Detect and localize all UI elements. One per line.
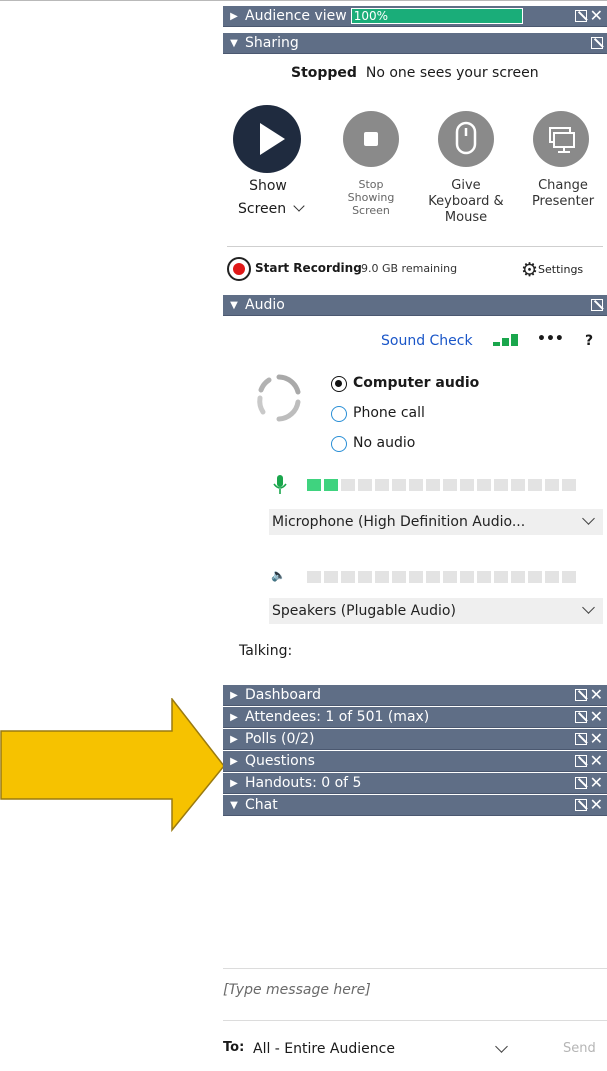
start-recording-label[interactable]: Start Recording <box>255 261 362 275</box>
more-options-button[interactable]: ••• <box>537 331 564 347</box>
expand-icon: ▶ <box>230 733 238 745</box>
chat-message-input[interactable]: [Type message here] <box>223 982 371 998</box>
chat-divider <box>223 1020 607 1021</box>
speakers-select[interactable]: Speakers (Plugable Audio) <box>269 598 603 624</box>
settings-button[interactable]: ⚙Settings <box>521 259 583 281</box>
stop-showing-button[interactable] <box>343 111 399 167</box>
expand-icon: ▶ <box>230 755 238 767</box>
chat-bar[interactable]: ▼ Chat ✕ <box>223 795 607 816</box>
recipient-select[interactable]: All - Entire Audience <box>253 1041 395 1057</box>
mouse-icon <box>455 121 477 155</box>
microphone-select[interactable]: Microphone (High Definition Audio... <box>269 509 603 535</box>
expand-icon: ▶ <box>230 10 238 22</box>
collapse-icon: ▼ <box>230 37 238 49</box>
popout-icon[interactable] <box>574 711 587 723</box>
popout-icon[interactable] <box>574 689 587 701</box>
sharing-title: Sharing <box>245 35 299 51</box>
popout-icon[interactable] <box>591 299 603 311</box>
give-keyboard-mouse-label: Give Keyboard & Mouse <box>428 178 504 225</box>
close-icon[interactable]: ✕ <box>590 775 603 791</box>
questions-bar[interactable]: ▶ Questions ✕ <box>223 751 607 772</box>
expand-icon: ▶ <box>230 711 238 723</box>
popout-icon[interactable] <box>574 755 587 767</box>
sharing-status: Stopped No one sees your screen <box>291 65 539 81</box>
chevron-down-icon <box>495 1040 508 1053</box>
popout-icon[interactable] <box>574 10 587 22</box>
record-icon <box>233 263 245 275</box>
chat-divider <box>223 968 607 969</box>
popout-icon[interactable] <box>574 799 587 811</box>
talking-label: Talking: <box>239 643 293 659</box>
change-presenter-label: Change Presenter <box>531 178 595 209</box>
control-panel: ▶ Audience view 100% ✕ ▼ Sharing Stopped … <box>223 6 607 1071</box>
recording-remaining: 9.0 GB remaining <box>361 262 458 275</box>
change-presenter-button[interactable] <box>533 111 589 167</box>
close-icon[interactable]: ✕ <box>590 797 603 813</box>
phone-call-radio[interactable] <box>331 406 347 422</box>
sharing-bar[interactable]: ▼ Sharing <box>223 33 607 54</box>
chevron-down-icon <box>582 601 595 614</box>
collapse-icon: ▼ <box>230 799 238 811</box>
microphone-icon <box>273 475 287 494</box>
highlight-arrow <box>0 698 225 833</box>
window-top-border <box>0 0 607 1</box>
collapse-icon: ▼ <box>230 299 238 311</box>
close-icon[interactable]: ✕ <box>590 8 603 24</box>
chevron-down-icon <box>582 512 595 525</box>
sound-check-link[interactable]: Sound Check <box>381 333 473 349</box>
speaker-level-meter <box>307 571 576 583</box>
dashboard-bar[interactable]: ▶ Dashboard ✕ <box>223 685 607 706</box>
close-icon[interactable]: ✕ <box>590 709 603 725</box>
handouts-bar[interactable]: ▶ Handouts: 0 of 5 ✕ <box>223 773 607 794</box>
chevron-down-icon <box>292 200 305 212</box>
presenter-screens-icon <box>549 127 575 153</box>
divider <box>227 246 603 247</box>
close-icon[interactable]: ✕ <box>590 687 603 703</box>
audio-title: Audio <box>245 297 285 313</box>
show-label: Show <box>249 178 287 194</box>
attendees-bar[interactable]: ▶ Attendees: 1 of 501 (max) ✕ <box>223 707 607 728</box>
polls-bar[interactable]: ▶ Polls (0/2) ✕ <box>223 729 607 750</box>
audience-progress: 100% <box>350 8 523 24</box>
play-icon <box>260 123 285 155</box>
expand-icon: ▶ <box>230 689 238 701</box>
gear-icon: ⚙ <box>521 259 539 281</box>
to-label: To: <box>223 1040 245 1055</box>
stop-showing-label: Stop Showing Screen <box>347 178 395 217</box>
expand-icon: ▶ <box>230 777 238 789</box>
speaker-icon: 🔈 <box>271 568 286 582</box>
phone-call-label: Phone call <box>353 405 425 421</box>
popout-icon[interactable] <box>574 777 587 789</box>
microphone-level-meter <box>307 479 576 491</box>
show-screen-button[interactable] <box>233 105 301 173</box>
audience-view-bar[interactable]: ▶ Audience view 100% ✕ <box>223 6 607 27</box>
stop-icon <box>364 132 378 146</box>
signal-strength-icon <box>493 334 518 346</box>
screen-dropdown[interactable]: Screen <box>238 200 305 217</box>
no-audio-radio[interactable] <box>331 436 347 452</box>
give-keyboard-mouse-button[interactable] <box>438 111 494 167</box>
computer-audio-label: Computer audio <box>353 375 480 391</box>
audio-bar[interactable]: ▼ Audio <box>223 295 607 316</box>
popout-icon[interactable] <box>574 733 587 745</box>
help-button[interactable]: ? <box>585 333 593 349</box>
audience-view-title: Audience view <box>245 8 347 24</box>
record-button[interactable] <box>227 257 251 281</box>
close-icon[interactable]: ✕ <box>590 731 603 747</box>
send-button[interactable]: Send <box>563 1041 596 1056</box>
no-audio-label: No audio <box>353 435 416 451</box>
computer-audio-radio[interactable] <box>331 376 347 392</box>
popout-icon[interactable] <box>591 37 603 49</box>
close-icon[interactable]: ✕ <box>590 753 603 769</box>
audio-connecting-spinner-icon <box>257 374 301 422</box>
